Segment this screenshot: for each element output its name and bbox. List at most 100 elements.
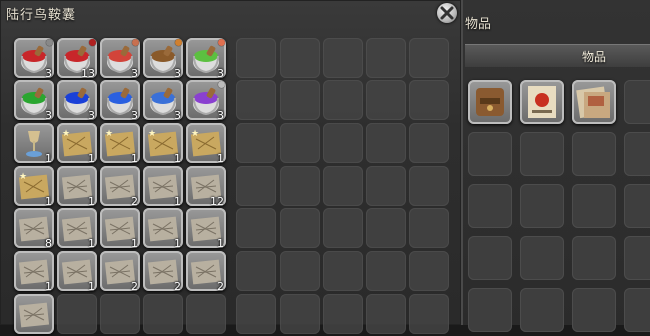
empty-slot[interactable] — [323, 123, 363, 163]
empty-slot[interactable] — [236, 123, 276, 163]
empty-slot[interactable] — [236, 38, 276, 78]
inventory-slot[interactable]: 8 — [14, 208, 54, 250]
inventory-slot[interactable]: ★ 1 — [14, 166, 54, 208]
inventory-slot[interactable]: 1 — [14, 251, 54, 293]
item-slot[interactable] — [520, 80, 564, 124]
inventory-slot[interactable]: 3 — [100, 38, 140, 80]
inventory-slot[interactable]: ★ 1 — [186, 123, 226, 165]
inventory-slot[interactable]: 3 — [57, 80, 97, 122]
inventory-slot[interactable]: 3 — [143, 80, 183, 122]
empty-slot[interactable] — [409, 166, 449, 206]
empty-slot[interactable] — [468, 132, 512, 176]
inventory-slot[interactable]: 1 — [143, 208, 183, 250]
item-slot[interactable] — [572, 80, 616, 124]
empty-slot[interactable] — [468, 236, 512, 280]
empty-slot[interactable] — [323, 294, 363, 334]
empty-slot[interactable] — [409, 38, 449, 78]
item-count: 1 — [88, 195, 95, 208]
inventory-slot[interactable] — [14, 294, 54, 334]
empty-slot[interactable] — [143, 294, 183, 334]
empty-slot[interactable] — [366, 38, 406, 78]
inventory-slot[interactable]: ★ 1 — [100, 123, 140, 165]
item-count: 3 — [174, 109, 181, 122]
empty-slot[interactable] — [323, 208, 363, 248]
inventory-slot[interactable]: 2 — [186, 251, 226, 293]
inventory-slot[interactable]: 1 — [100, 208, 140, 250]
item-count: 13 — [81, 67, 95, 80]
empty-slot[interactable] — [236, 208, 276, 248]
inventory-slot[interactable]: ★ 1 — [57, 123, 97, 165]
item-count: 3 — [131, 109, 138, 122]
empty-slot[interactable] — [624, 288, 650, 332]
empty-slot[interactable] — [366, 294, 406, 334]
empty-slot[interactable] — [366, 80, 406, 120]
inventory-slot[interactable]: 13 — [57, 38, 97, 80]
empty-slot[interactable] — [572, 132, 616, 176]
empty-slot[interactable] — [572, 236, 616, 280]
empty-slot[interactable] — [409, 251, 449, 291]
inventory-slot[interactable]: 3 — [100, 80, 140, 122]
empty-slot[interactable] — [520, 236, 564, 280]
inventory-slot[interactable]: 2 — [143, 251, 183, 293]
empty-slot[interactable] — [520, 132, 564, 176]
empty-slot[interactable] — [366, 208, 406, 248]
empty-slot[interactable] — [323, 251, 363, 291]
inventory-slot[interactable]: 1 — [14, 123, 54, 165]
inventory-slot[interactable]: 3 — [143, 38, 183, 80]
empty-slot[interactable] — [280, 80, 320, 120]
empty-slot[interactable] — [323, 166, 363, 206]
inventory-slot[interactable]: 2 — [100, 251, 140, 293]
empty-slot[interactable] — [236, 251, 276, 291]
inventory-slot[interactable]: 1 — [57, 208, 97, 250]
empty-slot[interactable] — [468, 184, 512, 228]
empty-slot[interactable] — [236, 80, 276, 120]
empty-slot[interactable] — [280, 208, 320, 248]
empty-slot[interactable] — [236, 294, 276, 334]
empty-slot[interactable] — [409, 208, 449, 248]
inventory-slot[interactable]: 3 — [186, 80, 226, 122]
empty-slot[interactable] — [280, 294, 320, 334]
svg-text:★: ★ — [148, 129, 156, 139]
empty-slot[interactable] — [280, 166, 320, 206]
empty-slot[interactable] — [100, 294, 140, 334]
inventory-slot[interactable]: 3 — [14, 80, 54, 122]
leather-bag-icon — [470, 82, 510, 126]
empty-slot[interactable] — [280, 123, 320, 163]
inventory-slot[interactable]: 3 — [186, 38, 226, 80]
empty-slot[interactable] — [468, 288, 512, 332]
empty-slot[interactable] — [366, 251, 406, 291]
item-slot[interactable] — [468, 80, 512, 124]
empty-slot[interactable] — [409, 294, 449, 334]
empty-slot[interactable] — [280, 251, 320, 291]
empty-slot[interactable] — [323, 80, 363, 120]
empty-slot[interactable] — [323, 38, 363, 78]
empty-slot[interactable] — [624, 80, 650, 124]
empty-slot[interactable] — [624, 236, 650, 280]
inventory-slot[interactable]: 1 — [186, 208, 226, 250]
inventory-slot[interactable]: 2 — [100, 166, 140, 208]
inventory-slot[interactable]: 1 — [57, 251, 97, 293]
inventory-slot[interactable]: 12 — [186, 166, 226, 208]
empty-slot[interactable] — [366, 123, 406, 163]
empty-slot[interactable] — [520, 288, 564, 332]
inventory-slot[interactable]: 1 — [143, 166, 183, 208]
tab-items[interactable]: 物品 — [582, 48, 606, 65]
empty-slot[interactable] — [236, 166, 276, 206]
inventory-slot[interactable]: 1 — [57, 166, 97, 208]
items-window: 物品 物品 — [463, 0, 650, 332]
empty-slot[interactable] — [280, 38, 320, 78]
inventory-slot[interactable]: 3 — [14, 38, 54, 80]
dye-color-indicator — [218, 81, 225, 88]
empty-slot[interactable] — [624, 184, 650, 228]
empty-slot[interactable] — [520, 184, 564, 228]
empty-slot[interactable] — [572, 184, 616, 228]
empty-slot[interactable] — [57, 294, 97, 334]
empty-slot[interactable] — [572, 288, 616, 332]
empty-slot[interactable] — [409, 123, 449, 163]
inventory-slot[interactable]: ★ 1 — [143, 123, 183, 165]
empty-slot[interactable] — [624, 132, 650, 176]
empty-slot[interactable] — [409, 80, 449, 120]
close-button[interactable] — [437, 3, 457, 23]
empty-slot[interactable] — [186, 294, 226, 334]
empty-slot[interactable] — [366, 166, 406, 206]
